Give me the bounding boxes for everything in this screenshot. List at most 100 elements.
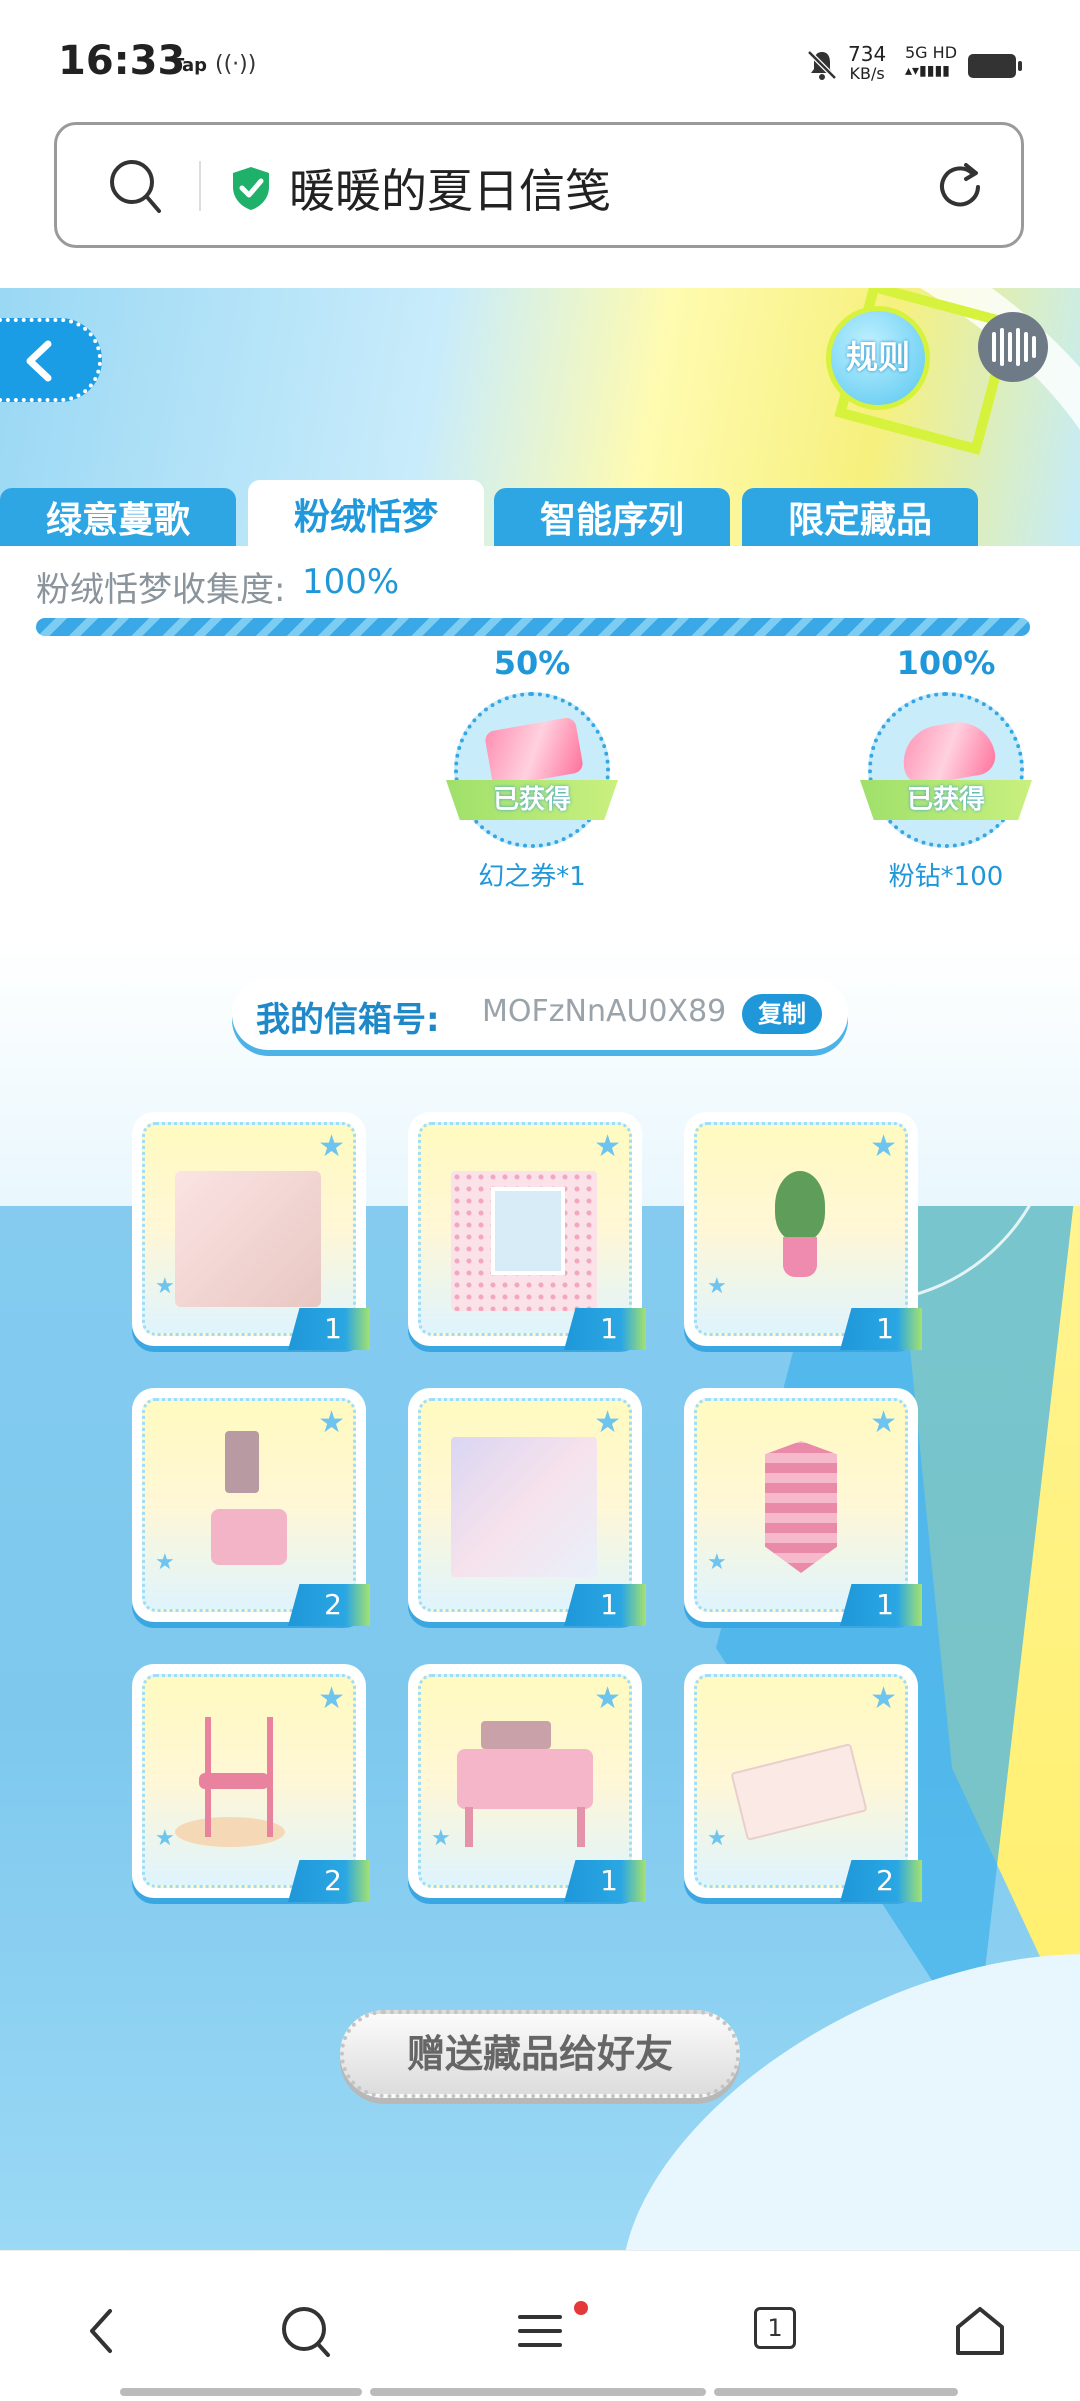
reload-icon[interactable] (932, 159, 988, 215)
collection-item[interactable]: ★ ★ 2 (132, 1664, 370, 1902)
star-icon: ★ (318, 1405, 345, 1440)
star-icon: ★ (155, 1550, 175, 1575)
security-shield-icon (233, 167, 269, 210)
item-frame: ★ ★ (418, 1674, 632, 1888)
tabs-nav-button[interactable]: 1 (736, 2291, 816, 2371)
collection-item[interactable]: ★ 1 (408, 1388, 646, 1626)
chair-seat (199, 1773, 269, 1789)
milestone-reward-1[interactable]: 已获得 (446, 692, 618, 848)
item-frame: ★ ★ (142, 1398, 356, 1612)
tab-pink-dream[interactable]: 粉绒恬梦 (248, 480, 484, 550)
back-nav-icon[interactable] (62, 2291, 142, 2371)
mailbox-id-bar: 我的信箱号: MOFzNnAU0X89 复制 (232, 978, 848, 1050)
desk-items (481, 1721, 551, 1749)
tab-smart-sequence[interactable]: 智能序列 (494, 488, 730, 550)
collection-item[interactable]: ★ ★ 2 (132, 1388, 370, 1626)
star-icon: ★ (870, 1405, 897, 1440)
net-speed: 734 KB/s (848, 44, 886, 84)
tab-count: 1 (754, 2307, 796, 2349)
collection-label: 粉绒恬梦收集度: (36, 570, 286, 610)
item-count: 1 (564, 1584, 646, 1626)
collection-item[interactable]: ★ ★ 2 (684, 1664, 922, 1902)
copy-button[interactable]: 复制 (742, 994, 822, 1034)
gesture-bar (714, 2388, 958, 2396)
menu-icon (518, 2315, 562, 2347)
pink-diamond-icon (897, 716, 999, 788)
chevron-left-icon (26, 340, 52, 382)
search-icon[interactable] (107, 157, 163, 215)
browser-bottom-nav: 1 (0, 2250, 1080, 2401)
notification-dot (574, 2301, 588, 2315)
item-count: 2 (288, 1584, 370, 1626)
star-icon: ★ (707, 1550, 727, 1575)
ticket-icon (483, 716, 585, 788)
item-count: 1 (564, 1308, 646, 1350)
item-count: 2 (840, 1860, 922, 1902)
pink-cabinet-icon (765, 1441, 837, 1573)
audio-toggle-button[interactable] (978, 312, 1048, 382)
milestone-reward-label: 粉钻*100 (888, 862, 1004, 892)
network-type: 5G HD (905, 43, 958, 62)
tap-app-icon: Tap (172, 55, 207, 76)
item-frame: ★ ★ (694, 1122, 908, 1336)
milestone-reward-2[interactable]: 已获得 (860, 692, 1032, 848)
milestone-percent: 50% (493, 644, 571, 682)
floor-icon (175, 1171, 321, 1307)
star-icon: ★ (707, 1826, 727, 1851)
page-title[interactable]: 暖暖的夏日信笺 (289, 155, 611, 221)
audio-bar (1000, 328, 1004, 366)
back-button[interactable] (0, 318, 102, 402)
menu-nav-button[interactable] (500, 2291, 588, 2371)
flower-pot (783, 1237, 817, 1277)
item-count: 1 (564, 1860, 646, 1902)
painting-icon (451, 1437, 597, 1577)
collection-item[interactable]: ★ ★ 1 (684, 1112, 922, 1350)
tab-green-song[interactable]: 绿意蔓歌 (0, 488, 236, 550)
desk-leg (577, 1807, 585, 1847)
audio-bar (1032, 336, 1036, 358)
audio-bar (1016, 328, 1020, 366)
milestone-status: 已获得 (446, 780, 618, 820)
status-bar: 16:33 Tap ((·)) 734 KB/s 5G HD ▴▾▮▮▮▮ (0, 0, 1080, 110)
star-icon: ★ (431, 1826, 451, 1851)
collection-progress-bar (36, 618, 1030, 636)
item-count: 1 (288, 1308, 370, 1350)
collection-item[interactable]: ★ ★ 1 (408, 1664, 646, 1902)
star-icon: ★ (594, 1405, 621, 1440)
collection-item[interactable]: ★ 1 (408, 1112, 646, 1350)
address-divider (199, 161, 201, 211)
potted-plant-icon (775, 1171, 825, 1241)
item-frame: ★ (418, 1122, 632, 1336)
event-page: 规则 绿意蔓歌 粉绒恬梦 智能序列 限定藏品 粉绒恬梦收集度: 100% 50%… (0, 288, 1080, 2250)
net-speed-unit: KB/s (849, 64, 885, 83)
wireless-signal-icon: ((·)) (215, 52, 257, 77)
home-nav-icon[interactable] (940, 2291, 1020, 2371)
gift-to-friend-button[interactable]: 赠送藏品给好友 (340, 2010, 740, 2098)
collection-item[interactable]: ★ ★ 1 (132, 1112, 370, 1350)
milestone-reward-label: 幻之券*1 (478, 862, 586, 892)
collection-item[interactable]: ★ ★ 1 (684, 1388, 922, 1626)
gesture-bar (120, 2388, 362, 2396)
star-icon: ★ (594, 1681, 621, 1716)
address-bar[interactable]: 暖暖的夏日信笺 (54, 122, 1024, 248)
rules-button[interactable]: 规则 (826, 306, 930, 410)
item-frame: ★ ★ (142, 1122, 356, 1336)
milestone-percent: 100% (896, 644, 996, 682)
tab-limited-collection[interactable]: 限定藏品 (742, 488, 978, 550)
collection-value: 100% (302, 562, 400, 602)
collection-panel: 粉绒恬梦收集度: 100% 50% 已获得 幻之券*1 100% 已获得 粉钻*… (0, 546, 1080, 1206)
vanity-desk-icon (457, 1749, 593, 1809)
audio-bar (1024, 332, 1028, 362)
wall-decor-set-icon (225, 1431, 259, 1493)
star-icon: ★ (870, 1681, 897, 1716)
window-pane (491, 1187, 565, 1275)
star-icon: ★ (594, 1129, 621, 1164)
desk-leg (465, 1807, 473, 1847)
item-count: 1 (840, 1308, 922, 1350)
item-count: 2 (288, 1860, 370, 1902)
search-nav-icon[interactable] (266, 2291, 346, 2371)
mute-bell-icon (807, 50, 837, 80)
network-indicator: 5G HD ▴▾▮▮▮▮ (905, 44, 957, 80)
item-frame: ★ ★ (142, 1674, 356, 1888)
star-icon: ★ (318, 1681, 345, 1716)
